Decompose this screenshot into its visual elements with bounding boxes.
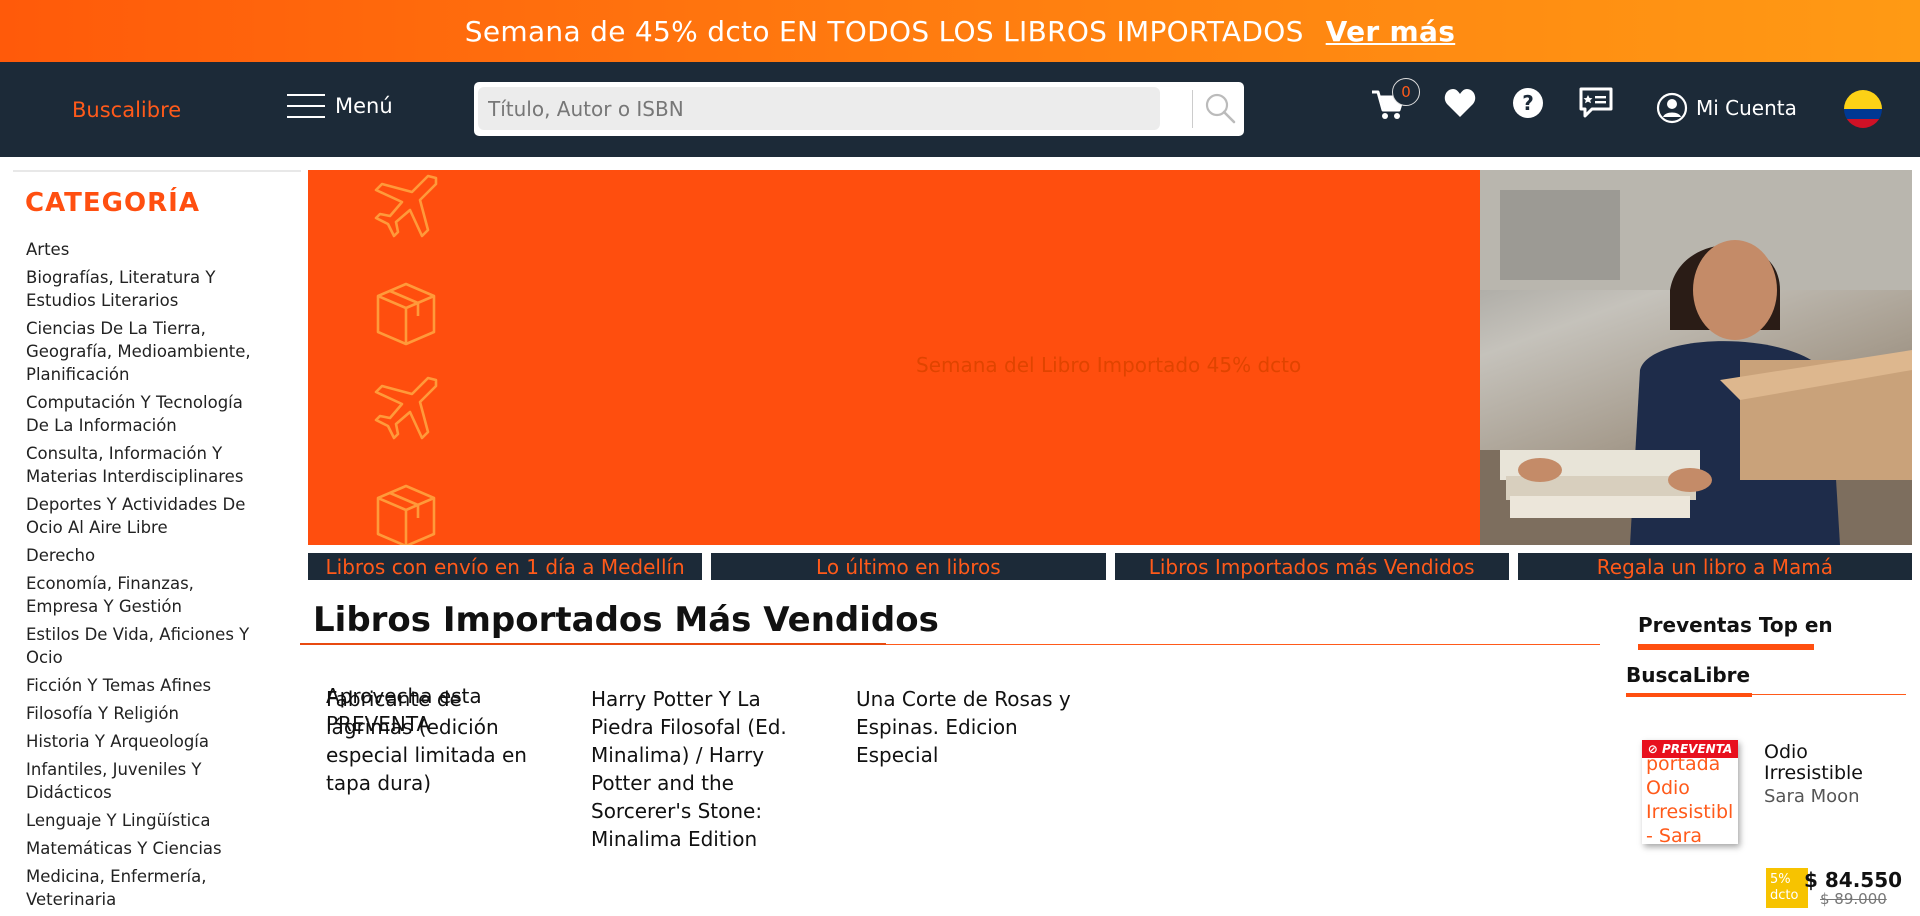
category-sidebar: CATEGORÍA Artes Biografías, Literatura Y … bbox=[13, 170, 301, 916]
preventa-badge: ⊘ PREVENTA bbox=[1642, 740, 1738, 758]
section-title: Libros Importados Más Vendidos bbox=[313, 600, 939, 640]
airplane-icon bbox=[374, 376, 438, 440]
hero-banner[interactable]: Semana del Libro Importado 45% dcto bbox=[308, 170, 1912, 545]
category-item[interactable]: Medicina, Enfermería, Veterinaria bbox=[26, 865, 266, 911]
category-item[interactable]: Biografías, Literatura Y Estudios Litera… bbox=[26, 266, 266, 312]
product-title: Fabricante de lágrimas (edición especial… bbox=[326, 687, 527, 795]
category-item[interactable]: Consulta, Información Y Materias Interdi… bbox=[26, 442, 266, 488]
svg-text:?: ? bbox=[1522, 91, 1534, 115]
category-item[interactable]: Economía, Finanzas, Empresa Y Gestión bbox=[26, 572, 266, 618]
category-item[interactable]: Lenguaje Y Lingüística bbox=[26, 809, 266, 832]
promo-bar: Semana de 45% dcto EN TODOS LOS LIBROS I… bbox=[0, 0, 1920, 62]
preventas-title-line1: Preventas Top en bbox=[1638, 613, 1833, 637]
category-item[interactable]: Infantiles, Juveniles Y Didácticos bbox=[26, 758, 266, 804]
book-old-price: $ 89.000 bbox=[1820, 890, 1887, 908]
search-icon[interactable] bbox=[1202, 90, 1238, 126]
banner-link-mas-vendidos[interactable]: Libros Importados más Vendidos bbox=[1114, 553, 1509, 580]
banner-link-ultimo[interactable]: Lo último en libros bbox=[711, 553, 1106, 580]
category-item[interactable]: Estilos De Vida, Aficiones Y Ocio bbox=[26, 623, 266, 669]
site-header: Buscalibre Menú 0 ? bbox=[0, 62, 1920, 157]
heart-icon[interactable] bbox=[1443, 86, 1477, 120]
package-icon bbox=[376, 282, 436, 346]
product-card[interactable]: Una Corte de Rosas y Espinas. Edicion Es… bbox=[856, 685, 1072, 769]
product-card[interactable]: Fabricante de lágrimas (edición especial… bbox=[326, 685, 542, 797]
promo-more-link[interactable]: Ver más bbox=[1326, 15, 1456, 48]
category-item[interactable]: Derecho bbox=[26, 544, 266, 567]
banner-photo bbox=[1480, 170, 1912, 545]
menu-label: Menú bbox=[335, 94, 393, 118]
category-item[interactable]: Ficción Y Temas Afines bbox=[26, 674, 266, 697]
banner-alt-text: Semana del Libro Importado 45% dcto bbox=[916, 353, 1302, 377]
product-card[interactable]: Harry Potter Y La Piedra Filosofal (Ed. … bbox=[591, 685, 807, 853]
product-title: Una Corte de Rosas y Espinas. Edicion Es… bbox=[856, 687, 1071, 767]
banner-link-envio[interactable]: Libros con envío en 1 día a Medellín bbox=[308, 553, 703, 580]
menu-button[interactable]: Menú bbox=[287, 92, 393, 120]
product-title: Harry Potter Y La Piedra Filosofal (Ed. … bbox=[591, 687, 787, 851]
logo[interactable]: Buscalibre bbox=[72, 98, 181, 122]
category-item[interactable]: Ciencias De La Tierra, Geografía, Medioa… bbox=[26, 317, 266, 386]
user-icon bbox=[1656, 92, 1688, 124]
promo-text: Semana de 45% dcto EN TODOS LOS LIBROS I… bbox=[464, 14, 1304, 48]
search-bar bbox=[474, 82, 1244, 136]
cover-alt-text: portada Odio Irresistibl - Sara bbox=[1646, 753, 1734, 844]
category-title: CATEGORÍA bbox=[25, 188, 200, 218]
category-item[interactable]: Computación Y Tecnología De La Informaci… bbox=[26, 391, 266, 437]
category-item[interactable]: Filosofía Y Religión bbox=[26, 702, 266, 725]
help-icon[interactable]: ? bbox=[1511, 86, 1545, 120]
book-title[interactable]: Odio Irresistible bbox=[1764, 742, 1904, 784]
category-item[interactable]: Matemáticas Y Ciencias bbox=[26, 837, 266, 860]
section-divider-accent bbox=[300, 643, 886, 645]
book-cover[interactable]: portada Odio Irresistibl - Sara ⊘ PREVEN… bbox=[1642, 740, 1738, 844]
preventas-underline-2 bbox=[1626, 693, 1752, 697]
account-menu[interactable]: Mi Cuenta bbox=[1656, 92, 1797, 124]
account-label: Mi Cuenta bbox=[1696, 96, 1797, 120]
hamburger-icon bbox=[287, 92, 325, 120]
cart-count-badge: 0 bbox=[1392, 78, 1420, 106]
banner-links: Libros con envío en 1 día a Medellín Lo … bbox=[308, 553, 1912, 580]
category-item[interactable]: Artes bbox=[26, 238, 266, 261]
book-price: $ 84.550 bbox=[1804, 868, 1903, 892]
category-item[interactable]: Historia Y Arqueología bbox=[26, 730, 266, 753]
package-icon bbox=[376, 484, 436, 545]
airplane-icon bbox=[374, 174, 438, 238]
category-list: Artes Biografías, Literatura Y Estudios L… bbox=[26, 238, 266, 911]
search-divider bbox=[1192, 90, 1193, 128]
banner-link-regala[interactable]: Regala un libro a Mamá bbox=[1517, 553, 1912, 580]
chat-icon[interactable] bbox=[1578, 86, 1614, 120]
colombia-flag-icon[interactable] bbox=[1844, 90, 1882, 128]
discount-badge: 5% dcto bbox=[1766, 868, 1808, 908]
book-author[interactable]: Sara Moon bbox=[1764, 786, 1860, 807]
search-input[interactable] bbox=[478, 87, 1160, 130]
category-item[interactable]: Deportes Y Actividades De Ocio Al Aire L… bbox=[26, 493, 266, 539]
